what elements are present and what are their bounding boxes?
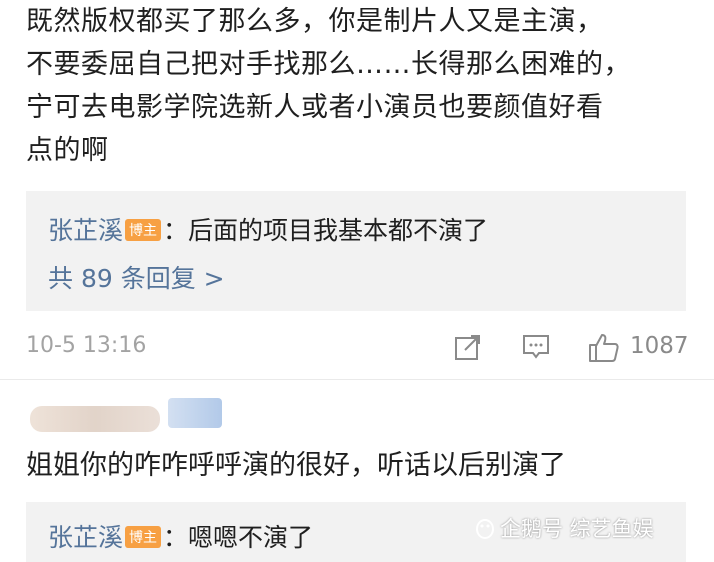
like-icon[interactable] (588, 333, 620, 367)
comment-body: 既然版权都买了那么多，你是制片人又是主演， 不要委屈自己把对手找那么……长得那么… (26, 0, 696, 172)
like-count: 1087 (630, 333, 689, 359)
badge-blur (168, 398, 222, 428)
watermark: 企鹅号 综艺鱼娱 (474, 513, 654, 543)
divider (0, 379, 714, 380)
reply-author[interactable]: 张芷溪 (48, 216, 123, 245)
blogger-badge: 博主 (125, 526, 162, 548)
reply-author[interactable]: 张芷溪 (48, 523, 123, 552)
reply-line: 张芷溪 博主 ：嗯嗯不演了 (48, 518, 313, 554)
comment-line: 点的啊 (26, 135, 109, 166)
penguin-logo-icon (474, 517, 496, 539)
share-icon[interactable] (454, 333, 482, 365)
reply-box[interactable]: 张芷溪 博主 ：后面的项目我基本都不演了 共 89 条回复 > (26, 191, 686, 311)
comment-time: 10-5 13:16 (26, 333, 147, 358)
comment-body: 姐姐你的咋咋呼呼演的很好，听话以后别演了 (26, 450, 566, 481)
comment-line: 宁可去电影学院选新人或者小演员也要颜值好看 (26, 92, 604, 123)
blurred-username[interactable] (30, 398, 230, 438)
more-replies-link[interactable]: 共 89 条回复 > (48, 259, 225, 295)
comment-line: 既然版权都买了那么多，你是制片人又是主演， (26, 6, 604, 37)
blogger-badge: 博主 (125, 219, 162, 241)
comment-line: 不要委屈自己把对手找那么……长得那么困难的， (26, 49, 631, 80)
comment-meta: 10-5 13:16 1087 (26, 333, 689, 365)
comment-icon[interactable] (522, 333, 550, 365)
watermark-text: 企鹅号 综艺鱼娱 (500, 517, 654, 541)
reply-line: 张芷溪 博主 ：后面的项目我基本都不演了 (48, 211, 488, 247)
username-blur (30, 406, 160, 432)
reply-text: ：嗯嗯不演了 (163, 523, 314, 552)
reply-text: ：后面的项目我基本都不演了 (163, 216, 489, 245)
